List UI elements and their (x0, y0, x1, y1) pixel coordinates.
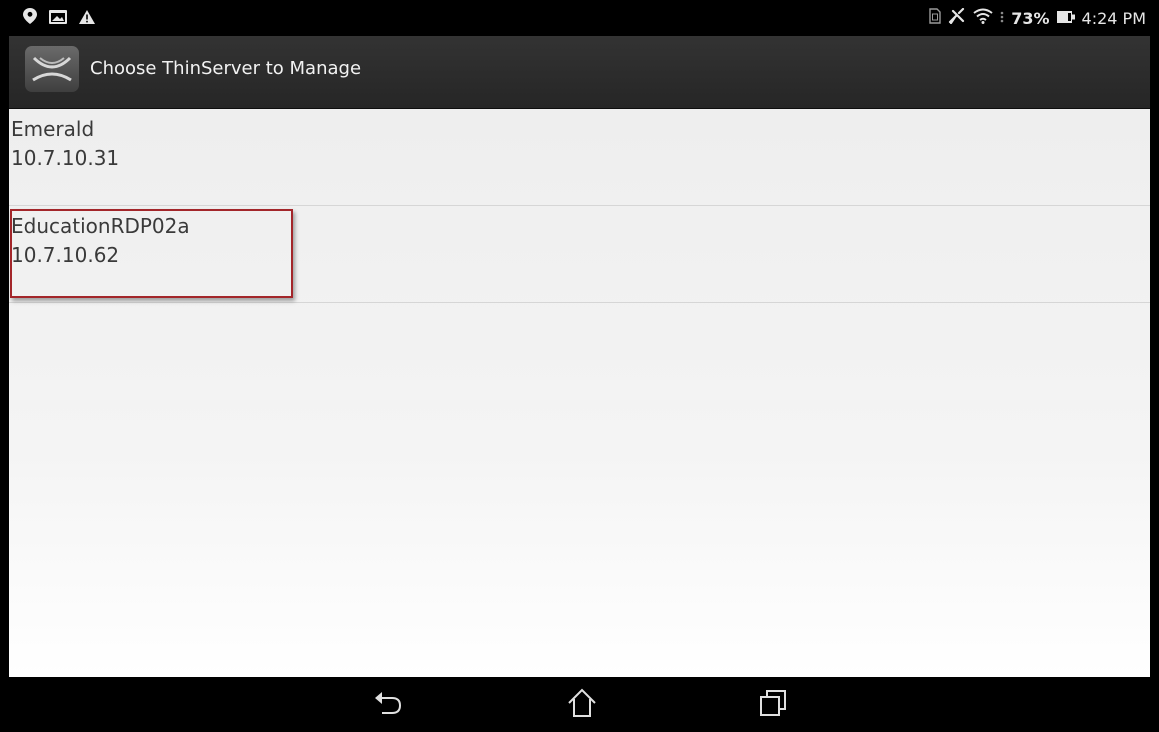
tablet-screen: 73% 4:24 PM Choose ThinServer to Manage (9, 0, 1150, 732)
server-name: EducationRDP02a (11, 214, 190, 238)
page-title: Choose ThinServer to Manage (90, 58, 362, 79)
image-icon (49, 9, 67, 28)
navigation-bar (9, 677, 1150, 732)
clock: 4:24 PM (1081, 8, 1146, 28)
recent-apps-icon (759, 689, 787, 721)
home-icon (567, 688, 597, 722)
sim-icon (929, 8, 941, 28)
back-icon (373, 690, 403, 720)
list-item-server-educationrdp02a[interactable]: EducationRDP02a 10.7.10.62 (9, 206, 1150, 303)
signal-dots-icon (1000, 9, 1004, 28)
warning-icon (79, 9, 95, 28)
system-status: 73% 4:24 PM (929, 7, 1146, 28)
status-bar: 73% 4:24 PM (9, 0, 1150, 36)
battery-charging-icon (1056, 9, 1075, 28)
airplane-mute-icon (948, 7, 966, 28)
thinmanager-logo-icon[interactable] (25, 46, 79, 92)
home-button[interactable] (562, 688, 602, 722)
list-item-server-emerald[interactable]: Emerald 10.7.10.31 (9, 109, 1150, 206)
location-pin-icon (23, 8, 37, 28)
wifi-icon (973, 8, 993, 28)
notification-icons (23, 8, 95, 28)
battery-percent: 73% (1011, 8, 1050, 28)
server-ip: 10.7.10.62 (11, 243, 120, 267)
back-button[interactable] (368, 688, 408, 722)
recent-apps-button[interactable] (753, 688, 793, 722)
server-list: Emerald 10.7.10.31 EducationRDP02a 10.7.… (9, 109, 1150, 677)
server-ip: 10.7.10.31 (11, 146, 120, 170)
server-name: Emerald (11, 117, 95, 141)
action-bar: Choose ThinServer to Manage (9, 36, 1150, 109)
